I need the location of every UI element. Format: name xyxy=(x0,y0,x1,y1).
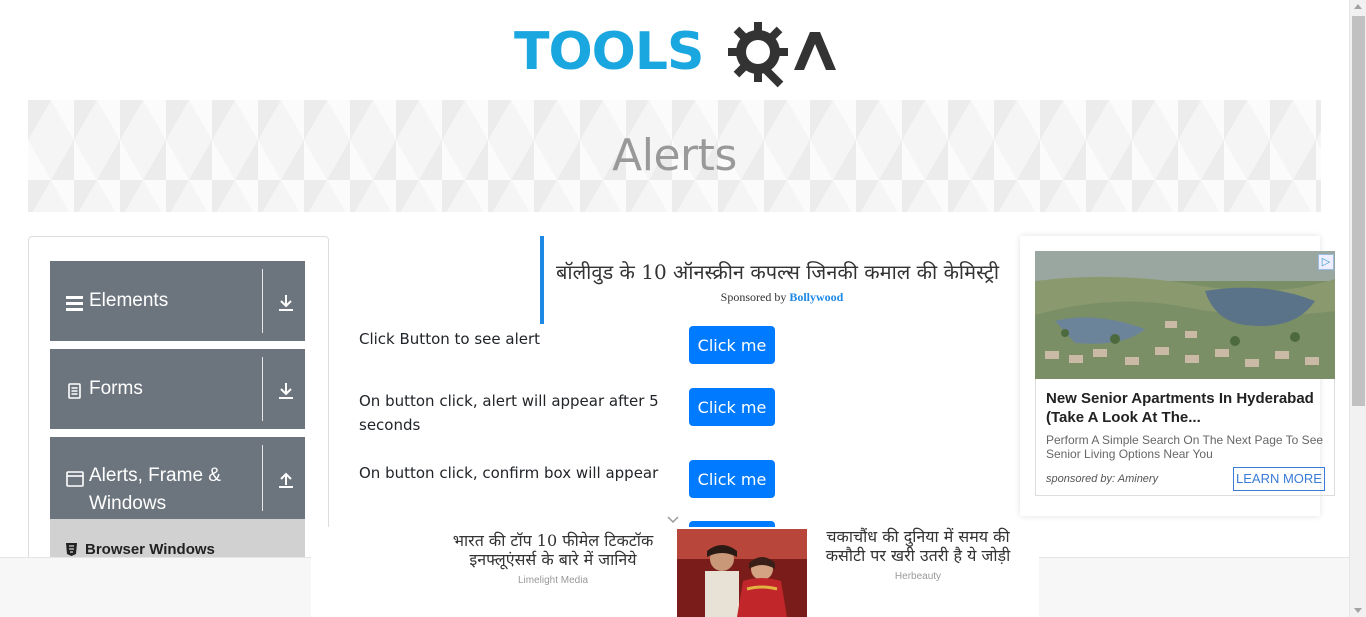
bottom-ad-left-source: Limelight Media xyxy=(517,575,589,586)
logo-gear-qa-icon xyxy=(728,22,836,88)
bottom-ad-right-title: चकाचौंध की दुनिया में समय की कसौटी पर खर… xyxy=(825,527,1011,565)
bottom-ad-left-title: भारत की टॉप 10 फीमेल टिकटॉक इनफ्लूएंसर्स… xyxy=(452,531,654,569)
ad-sponsor: sponsored by: Aminery xyxy=(1046,473,1159,485)
scroll-up-icon[interactable] xyxy=(1354,4,1362,9)
sponsored-by-name[interactable]: Bollywood xyxy=(789,290,843,304)
sidebar-group-label: Alerts, Frame & Windows xyxy=(89,465,221,514)
sidebar-item-label: Browser Windows xyxy=(85,541,215,558)
page-banner: Alerts xyxy=(28,100,1321,212)
alert-label-simple: Click Button to see alert xyxy=(359,330,541,348)
download-icon xyxy=(279,295,293,311)
ad-choices-icon[interactable]: ▷ xyxy=(1318,254,1334,270)
sidebar-group-label: Elements xyxy=(89,290,169,311)
menu-icon xyxy=(66,296,83,311)
alert-button[interactable]: Click me xyxy=(689,326,775,364)
timer-alert-label: On button click, alert will appear after… xyxy=(359,392,659,434)
sponsored-by-prefix: Sponsored by xyxy=(720,290,787,304)
toolsqa-logo[interactable]: TOOLS xyxy=(514,14,840,92)
ad-title[interactable]: New Senior Apartments In Hyderabad (Take… xyxy=(1046,389,1326,427)
bottom-ad-right[interactable]: चकाचौंध की दुनिया में समय की कसौटी पर खर… xyxy=(807,527,1029,582)
sidebar-group-elements[interactable]: Elements xyxy=(50,261,305,341)
sidebar-group-label: Forms xyxy=(89,378,143,399)
sidebar-group-alerts-frame-windows[interactable]: Alerts, Frame & Windows xyxy=(50,437,305,519)
learn-more-button[interactable]: LEARN MORE xyxy=(1233,467,1325,491)
divider xyxy=(262,269,263,333)
sponsored-by: Sponsored by Bollywood xyxy=(544,290,1020,305)
bottom-ad-right-source: Herbeauty xyxy=(894,571,942,582)
ad-right[interactable]: ▷ New Senior Apartments In Hyderabad (Ta… xyxy=(1020,236,1335,516)
sponsored-headline[interactable]: बॉलीवुड के 10 ऑनस्क्रीन कपल्स जिनकी कमाल… xyxy=(540,236,1020,324)
divider xyxy=(262,357,263,421)
window-icon xyxy=(66,471,84,487)
vertical-scrollbar[interactable] xyxy=(1349,0,1366,617)
divider xyxy=(262,445,263,511)
bottom-ad-couple-image[interactable] xyxy=(677,529,807,617)
sidebar-group-forms[interactable]: Forms xyxy=(50,349,305,429)
sidebar: Elements Forms Alerts, Frame & Windows B… xyxy=(28,236,329,576)
bottom-ad[interactable]: भारत की टॉप 10 फीमेल टिकटॉक इनफ्लूएंसर्स… xyxy=(311,516,1039,617)
ad-content: New Senior Apartments In Hyderabad (Take… xyxy=(1035,379,1335,496)
confirm-label: On button click, confirm box will appear xyxy=(359,464,659,482)
scroll-down-icon[interactable] xyxy=(1354,608,1362,613)
logo-text: TOOLS xyxy=(514,22,704,82)
ad-description: Perform A Simple Search On The Next Page… xyxy=(1046,433,1324,461)
sponsored-title: बॉलीवुड के 10 ऑनस्क्रीन कपल्स जिनकी कमाल… xyxy=(556,260,1000,284)
confirm-button[interactable]: Click me xyxy=(689,460,775,498)
download-icon xyxy=(279,383,293,399)
chevron-down-icon[interactable] xyxy=(666,513,680,527)
page-title: Alerts xyxy=(612,130,737,181)
document-icon xyxy=(68,383,81,399)
upload-icon xyxy=(279,472,293,488)
ad-aerial-image xyxy=(1035,251,1335,379)
bottom-ad-left[interactable]: भारत की टॉप 10 फीमेल टिकटॉक इनफ्लूएंसर्स… xyxy=(433,531,673,586)
timer-alert-button[interactable]: Click me xyxy=(689,388,775,426)
html5-icon xyxy=(66,543,77,556)
scroll-thumb[interactable] xyxy=(1352,16,1365,406)
